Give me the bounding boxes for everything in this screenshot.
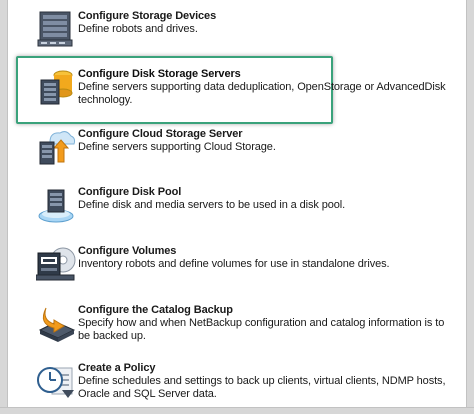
item-description: Define schedules and settings to back up… [78,375,446,400]
item-title: Configure Disk Storage Servers [78,68,241,80]
storage-devices-icon [36,10,76,50]
catalog-backup-icon [36,304,76,344]
item-description: Define servers supporting data deduplica… [78,81,446,106]
item-description: Define servers supporting Cloud Storage. [78,141,276,153]
item-title: Configure Storage Devices [78,10,217,22]
item-title: Configure Disk Pool [78,186,182,198]
wizard-item-configure-disk-storage-servers[interactable]: Configure Disk Storage Servers Define se… [32,68,452,116]
disk-pool-icon [36,186,76,226]
item-title: Configure Cloud Storage Server [78,128,243,140]
wizard-item-configure-storage-devices[interactable]: Configure Storage Devices Define robots … [32,10,452,58]
volumes-icon [35,245,76,285]
item-description: Define robots and drives. [78,23,198,35]
wizard-item-configure-disk-pool[interactable]: Configure Disk Pool Define disk and medi… [32,186,452,234]
disk-storage-server-icon [36,68,76,108]
wizard-item-create-policy[interactable]: Create a Policy Define schedules and set… [32,362,452,410]
item-description: Inventory robots and define volumes for … [78,258,390,270]
item-description: Define disk and media servers to be used… [78,199,346,211]
item-title: Create a Policy [78,362,156,374]
wizard-item-configure-volumes[interactable]: Configure Volumes Inventory robots and d… [32,245,452,293]
item-title: Configure Volumes [78,245,177,257]
item-description: Specify how and when NetBackup configura… [78,317,445,342]
wizard-item-configure-cloud-storage-server[interactable]: Configure Cloud Storage Server Define se… [32,128,452,176]
create-policy-icon [36,362,76,402]
wizard-panel: Configure Storage Devices Define robots … [0,0,474,414]
panel-right-border [466,0,474,414]
wizard-item-configure-catalog-backup[interactable]: Configure the Catalog Backup Specify how… [32,304,452,352]
item-title: Configure the Catalog Backup [78,304,233,316]
panel-left-border [0,0,8,414]
cloud-storage-server-icon [36,128,76,168]
